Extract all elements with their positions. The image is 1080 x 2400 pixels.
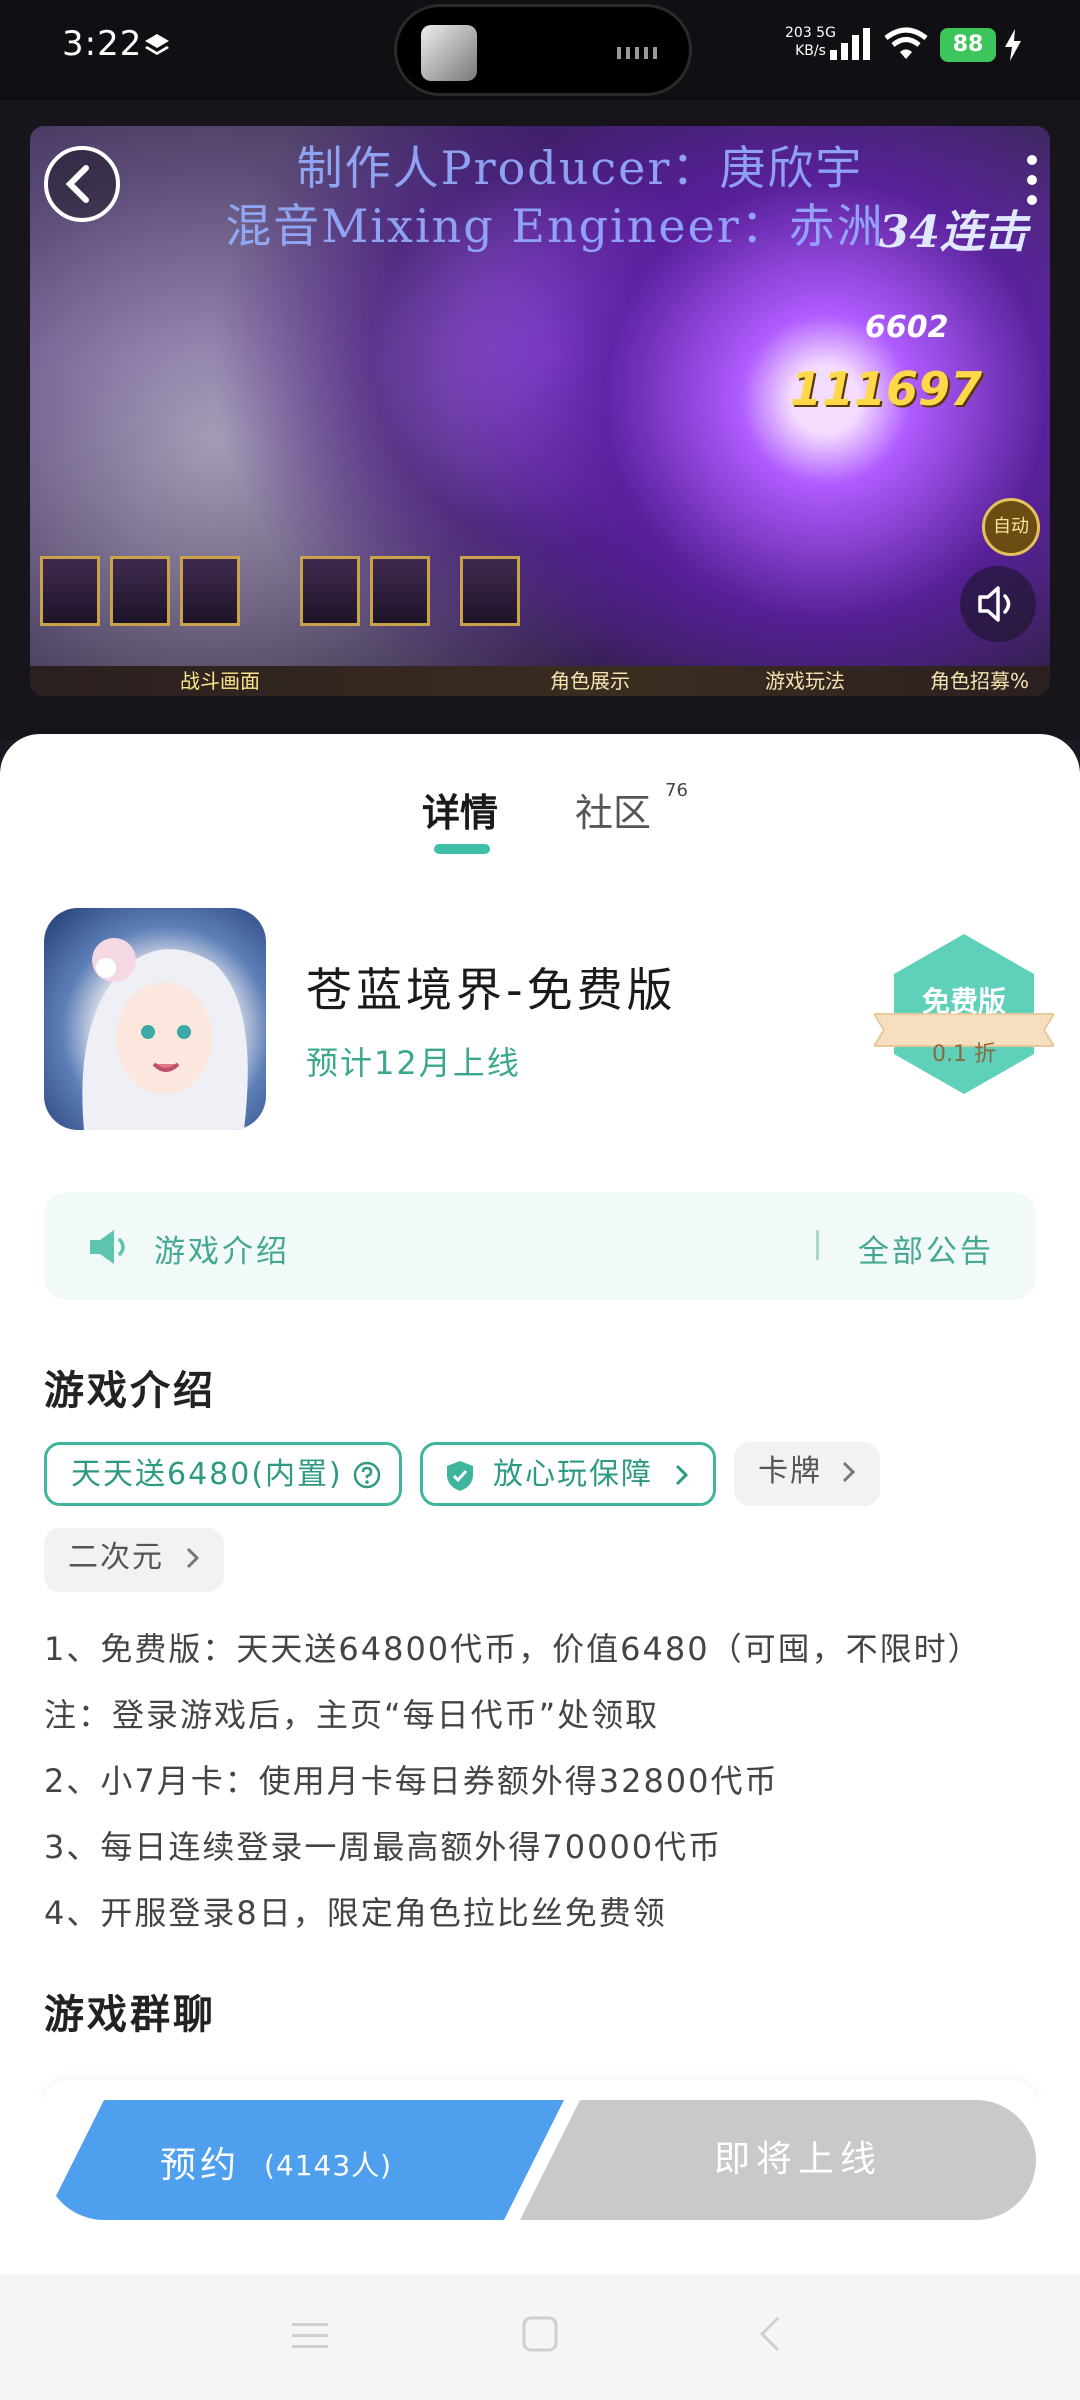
audio-wave-icon [617,47,661,59]
tab-details[interactable]: 详情 [422,782,498,837]
layers-icon [145,34,169,55]
notice-bar[interactable]: 游戏介绍 全部公告 [44,1192,1036,1300]
tag-card-label: 卡牌 [758,1454,822,1489]
video-player[interactable]: 制作人Producer：庚欣宇 混音Mixing Engineer：赤洲 34连… [30,126,1050,696]
signal-icon [830,28,870,60]
intro-title: 游戏介绍 [44,1368,216,1414]
detail-sheet: 详情 社区 76 苍蓝境界-免费版 预计12月上线 免费版 0.1 折 游戏介绍… [0,734,1080,2400]
group-chat-title: 游戏群聊 [44,1992,216,2038]
description-line: 注：登录游戏后，主页“每日代币”处领取 [44,1696,660,1734]
portrait [460,556,520,626]
release-date: 预计12月上线 [306,1044,521,1082]
reserve-label: 预约 [160,2145,241,2186]
chevron-right-icon [842,1461,856,1483]
tag-acg[interactable]: 二次元 [44,1528,224,1592]
strip-label: 角色展示 [550,669,630,693]
wifi-icon [884,27,928,59]
recent-apps-icon[interactable] [290,2318,330,2354]
tag-safe-play[interactable]: 放心玩保障 [420,1442,716,1506]
system-nav-bar [0,2274,1080,2400]
notice-divider [816,1230,819,1260]
video-area: 制作人Producer：庚欣宇 混音Mixing Engineer：赤洲 34连… [0,100,1080,740]
credit-producer: 制作人Producer：庚欣宇 [296,141,864,195]
strip-label: 战斗画面 [180,669,260,693]
combo-counter: 34连击 [878,207,1028,258]
back-button[interactable] [44,146,120,222]
strip-label: 角色招募% [930,669,1030,693]
portrait [370,556,430,626]
description-line: 4、开服登录8日，限定角色拉比丝免费领 [44,1894,667,1932]
back-nav-icon[interactable] [756,2314,784,2354]
notice-title: 游戏介绍 [154,1234,290,1270]
tag-gift[interactable]: 天天送6480(内置) [44,1442,402,1506]
tag-safe-label: 放心玩保障 [493,1457,653,1492]
damage-number-big: 111697 [790,362,983,416]
portrait [110,556,170,626]
island-avatar [421,25,477,81]
badge-label: 免费版 [921,985,1006,1018]
home-icon[interactable] [520,2314,560,2354]
damage-number-small: 6602 [865,310,949,345]
description-line: 2、小7月卡：使用月卡每日券额外得32800代币 [44,1762,779,1800]
speaker-icon [978,586,1011,622]
description-line: 3、每日连续登录一周最高额外得70000代币 [44,1828,723,1866]
app-icon [44,908,266,1130]
reserve-button[interactable]: 预约 (4143人) [44,2100,564,2220]
chevron-right-icon [675,1464,689,1486]
dynamic-island[interactable] [394,4,692,96]
auto-battle-badge: 自动 [982,498,1040,556]
action-bar: 预约 (4143人) 即将上线 [0,2100,1080,2220]
tag-acg-label: 二次元 [68,1540,164,1575]
tab-community[interactable]: 社区 [575,782,651,837]
badge-discount: 0.1 折 [932,1042,996,1067]
description-line: 1、免费版：天天送64800代币，价值6480（可囤，不限时） [44,1630,982,1668]
portrait [180,556,240,626]
app-name: 苍蓝境界-免费版 [306,963,677,1017]
tag-gift-label: 天天送6480(内置) [71,1457,343,1492]
shield-check-icon [447,1461,473,1491]
portrait [300,556,360,626]
coming-soon-button[interactable]: 即将上线 [520,2100,1036,2220]
help-icon [353,1461,381,1489]
tag-card[interactable]: 卡牌 [734,1442,880,1506]
chevron-left-icon [65,165,89,203]
portrait [40,556,100,626]
megaphone-icon [90,1230,125,1264]
battery-indicator: 88 [940,28,996,62]
status-bar: 3:22 203 5G KB/s 88 [0,0,1080,100]
sound-toggle-button[interactable] [960,566,1036,642]
tab-indicator [434,844,490,854]
strip-label: 游戏玩法 [765,669,845,693]
chevron-right-icon [186,1547,200,1569]
community-count: 76 [665,780,688,801]
character-portraits [40,556,600,656]
status-time: 3:22 [62,24,143,64]
all-announcements-link[interactable]: 全部公告 [858,1226,994,1271]
app-icon-art [82,938,248,1130]
video-caption-strip: 战斗画面 角色展示 游戏玩法 角色招募% [30,666,1050,696]
reserve-count: (4143人) [264,2149,393,2182]
charging-icon [1005,29,1021,61]
